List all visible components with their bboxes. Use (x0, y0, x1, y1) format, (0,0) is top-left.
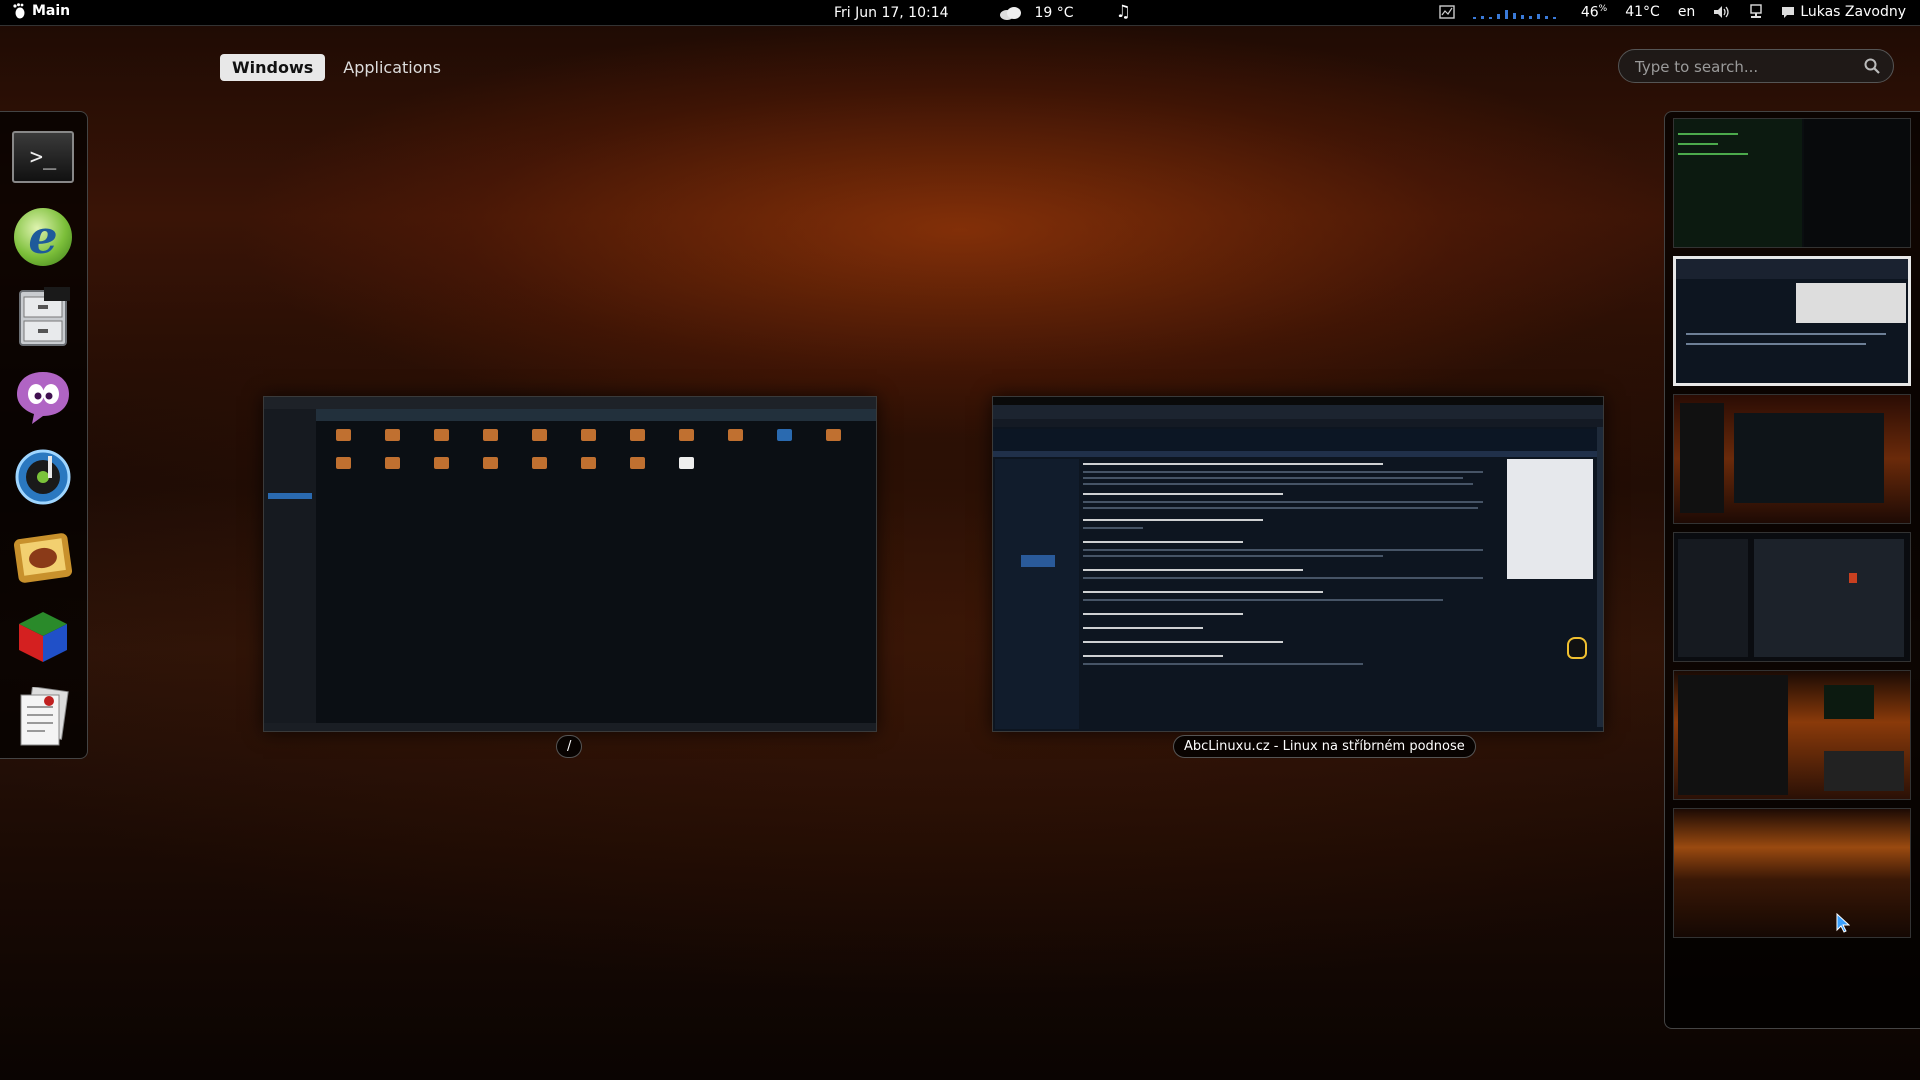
cpu-usage[interactable]: 46% (1581, 4, 1607, 21)
tab-windows[interactable]: Windows (220, 54, 326, 81)
workspace-thumbnail-active[interactable] (1673, 256, 1911, 386)
page-left-column (995, 459, 1079, 729)
3d-cube-icon (19, 612, 67, 662)
file-manager-launcher[interactable] (12, 286, 74, 348)
workspace-thumbnail[interactable] (1673, 532, 1911, 662)
activities-label: Main (32, 3, 71, 19)
cpu-unit: % (1598, 4, 1608, 14)
top-panel: Main Fri Jun 17, 10:14 19 °C ♫ 46% 41°C … (0, 0, 1920, 25)
activities-button[interactable]: Main (12, 3, 70, 19)
documents-launcher[interactable] (12, 686, 74, 748)
empathy-chat-icon (17, 372, 69, 424)
chat-icon (1782, 6, 1795, 18)
dash: >_ e (0, 111, 88, 759)
mouse-pointer-icon (1836, 913, 1850, 933)
workspace-thumbnail[interactable] (1673, 394, 1911, 524)
music-note-icon[interactable]: ♫ (1116, 4, 1131, 21)
cloud-icon (999, 6, 1021, 20)
cube-launcher[interactable] (12, 606, 74, 668)
music-launcher[interactable] (12, 446, 74, 508)
tux-icon (1567, 637, 1587, 659)
browser-launcher[interactable]: e (12, 206, 74, 268)
terminal-icon: >_ (12, 131, 74, 183)
browser-window-thumbnail[interactable] (992, 396, 1604, 732)
browser-scrollbar (1597, 427, 1603, 727)
browser-toolbar (993, 405, 1603, 419)
site-header (993, 429, 1603, 451)
chat-launcher[interactable] (12, 366, 74, 428)
browser-titlebar (993, 397, 1603, 405)
overview-tabs: Windows Applications (220, 54, 453, 81)
weather-temp[interactable]: 19 °C (1035, 5, 1074, 21)
music-player-icon (15, 449, 71, 505)
epiphany-browser-icon: e (14, 208, 72, 266)
photo-viewer-icon (13, 533, 73, 583)
window-menubar (264, 397, 876, 409)
search-icon (1864, 58, 1880, 74)
file-cabinet-icon (19, 287, 70, 346)
keyboard-layout[interactable]: en (1678, 4, 1696, 20)
search-input[interactable] (1633, 56, 1857, 78)
places-sidebar (264, 409, 316, 723)
file-manager-window-thumbnail[interactable] (263, 396, 877, 732)
clock[interactable]: Fri Jun 17, 10:14 (834, 5, 949, 21)
terminal-launcher[interactable]: >_ (12, 126, 74, 188)
workspace-thumbnail[interactable] (1673, 118, 1911, 248)
workspace-switcher (1664, 111, 1920, 1029)
bookmarks-bar (993, 419, 1603, 427)
photos-launcher[interactable] (12, 526, 74, 588)
window-toolbar (316, 409, 876, 421)
cpu-percent: 46 (1580, 4, 1599, 21)
browser-window-caption: AbcLinuxu.cz - Linux na stříbrném podnos… (1173, 735, 1476, 758)
gnome-foot-icon (13, 3, 25, 19)
user-name: Lukas Zavodny (1800, 4, 1906, 21)
status-bar (264, 723, 876, 731)
site-nav (993, 451, 1603, 457)
cpu-graph[interactable] (1472, 5, 1563, 20)
system-monitor-icon[interactable] (1439, 5, 1455, 20)
workspace-thumbnail[interactable] (1673, 670, 1911, 800)
page-right-column (1507, 459, 1593, 579)
search-box[interactable] (1618, 49, 1894, 83)
volume-icon[interactable] (1713, 5, 1731, 19)
documents-icon (20, 687, 69, 746)
cpu-temperature[interactable]: 41°C (1625, 4, 1660, 20)
workspace-thumbnail[interactable] (1673, 808, 1911, 938)
user-menu[interactable]: Lukas Zavodny (1781, 4, 1906, 20)
tab-applications[interactable]: Applications (331, 54, 453, 81)
network-icon[interactable] (1749, 4, 1763, 20)
page-article-list (1083, 459, 1503, 729)
file-manager-window-caption: / (556, 735, 583, 758)
